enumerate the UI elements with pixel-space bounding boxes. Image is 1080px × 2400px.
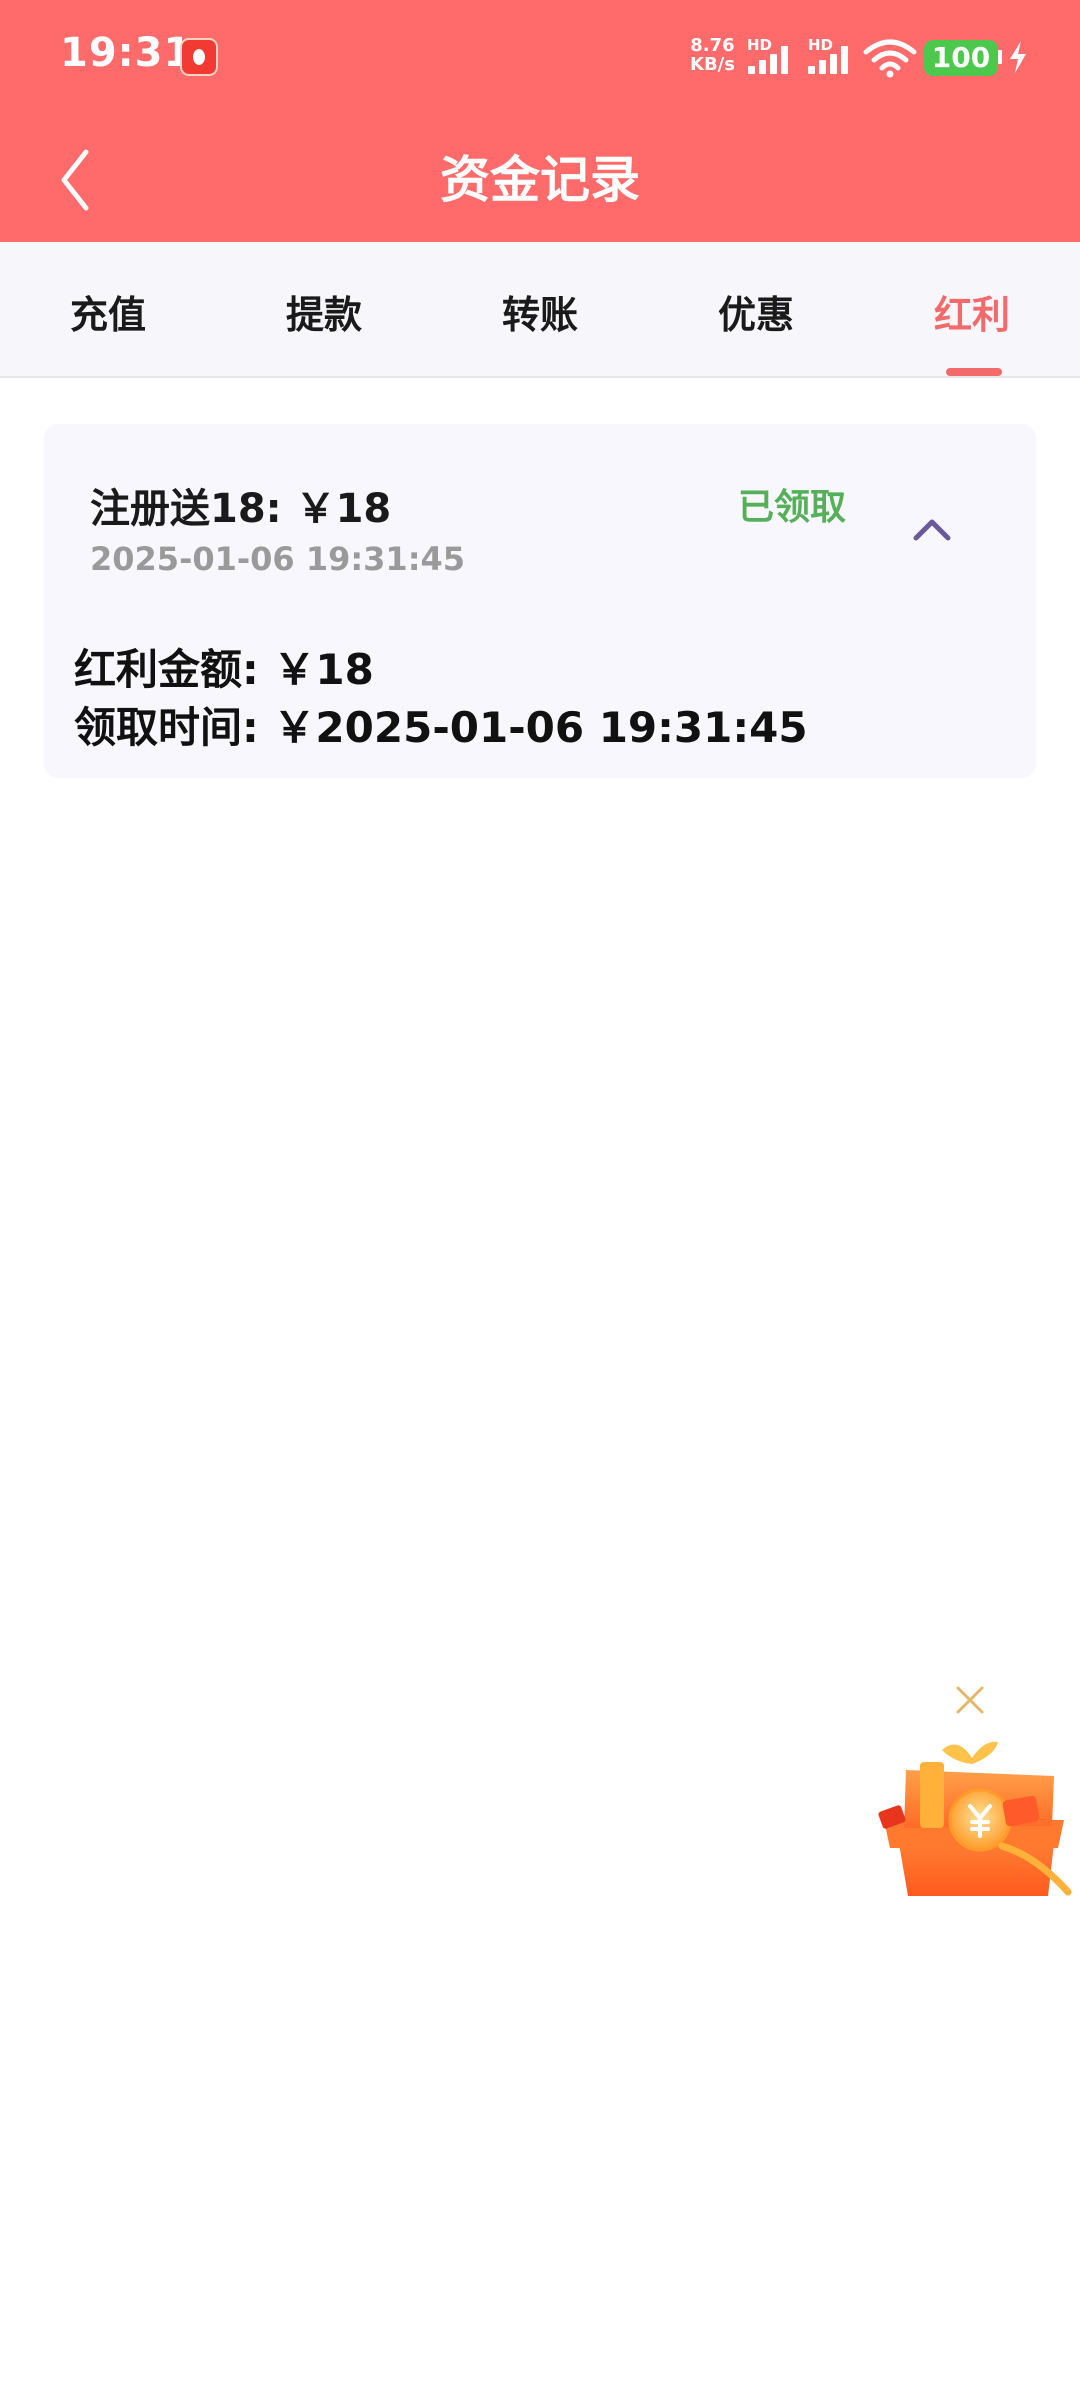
tab-bonus[interactable]: 红利 [864, 242, 1080, 376]
tab-label: 充值 [69, 293, 146, 337]
battery-icon: 100 [924, 40, 998, 76]
battery-level: 100 [931, 41, 991, 74]
bonus-amount: 红利金额: ￥18 [74, 645, 374, 694]
tab-promotion[interactable]: 优惠 [648, 242, 864, 376]
tab-label: 优惠 [717, 293, 794, 337]
network-speed: 8.76 KB/s [690, 36, 735, 74]
charging-icon [1010, 41, 1026, 73]
status-bar: 19:31 8.76 KB/s HD HD 100 [0, 0, 1080, 118]
network-speed-unit: KB/s [690, 54, 735, 75]
record-title: 注册送18: ￥18 [90, 486, 392, 532]
page-title: 资金记录 [440, 151, 640, 209]
gift-box-icon[interactable] [876, 1736, 1072, 1908]
tab-recharge[interactable]: 充值 [0, 242, 216, 376]
app-header: 资金记录 [0, 118, 1080, 242]
close-icon[interactable] [952, 1682, 988, 1718]
record-tabs: 充值 提款 转账 优惠 红利 [0, 242, 1080, 378]
record-date: 2025-01-06 19:31:45 [90, 540, 466, 578]
status-time: 19:31 [60, 30, 193, 76]
tab-label: 红利 [933, 293, 1010, 337]
tab-label: 提款 [285, 293, 362, 337]
network-speed-value: 8.76 [690, 35, 735, 56]
signal-icon [808, 44, 858, 74]
tab-label: 转账 [501, 293, 578, 337]
active-tab-indicator [946, 368, 1002, 376]
app-notification-icon [180, 38, 218, 76]
chevron-up-icon[interactable] [912, 514, 952, 544]
bonus-record-card[interactable]: 注册送18: ￥18 2025-01-06 19:31:45 已领取 红利金额:… [44, 424, 1036, 778]
battery-tip [998, 50, 1002, 64]
claim-time: 领取时间: ￥2025-01-06 19:31:45 [74, 703, 808, 752]
tab-transfer[interactable]: 转账 [432, 242, 648, 376]
tab-withdraw[interactable]: 提款 [216, 242, 432, 376]
wifi-icon [863, 39, 917, 78]
record-status: 已领取 [738, 487, 847, 528]
signal-icon [748, 44, 798, 74]
